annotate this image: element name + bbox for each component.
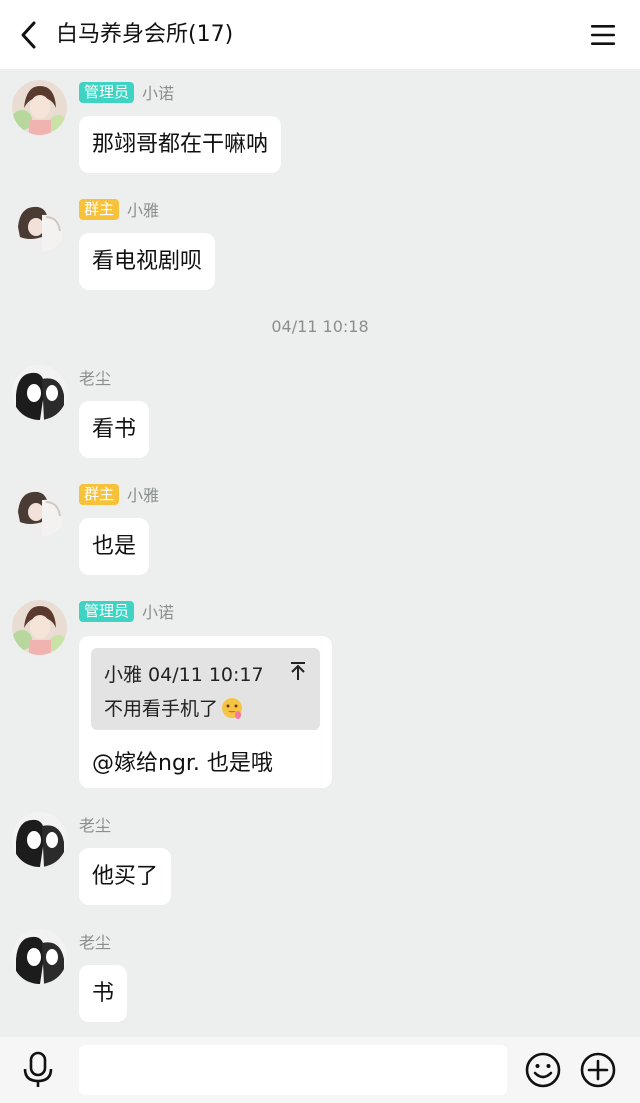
avatar-laochen[interactable] — [12, 365, 67, 420]
chevron-left-icon — [21, 21, 36, 49]
sender-name: 老尘 — [79, 933, 112, 952]
back-button[interactable] — [12, 17, 44, 53]
chat-message-list[interactable]: 管理员 小诺 那翊哥都在干嘛呐 群主 小雅 看电视剧呗 04/11 10:18 — [0, 69, 640, 1037]
message-input[interactable] — [79, 1045, 507, 1095]
jump-to-quote-icon[interactable] — [288, 660, 308, 682]
microphone-icon[interactable] — [20, 1051, 56, 1089]
message-bubble[interactable]: 看书 — [79, 401, 150, 458]
quoted-message[interactable]: 小雅 04/11 10:17 不用看手机了 — [91, 648, 320, 730]
avatar-xiaonuo[interactable] — [12, 80, 67, 135]
sender-name: 小雅 — [127, 486, 160, 505]
hamburger-menu-icon — [591, 25, 615, 45]
sender-meta: 老尘 — [79, 930, 111, 952]
sender-meta: 老尘 — [79, 813, 111, 835]
message-bubble[interactable]: 书 — [79, 965, 128, 1022]
message-timestamp: 04/11 10:18 — [271, 317, 369, 336]
sender-meta: 老尘 — [79, 366, 111, 388]
quoted-text: 不用看手机了 — [104, 698, 219, 720]
owner-badge: 群主 — [79, 198, 120, 220]
sender-name: 小诺 — [142, 84, 175, 103]
avatar-xiaoya[interactable] — [12, 197, 67, 252]
message-bubble[interactable]: 那翊哥都在干嘛呐 — [79, 116, 282, 173]
sender-meta: 群主 小雅 — [79, 198, 159, 220]
sender-name: 老尘 — [79, 816, 112, 835]
avatar-xiaonuo[interactable] — [12, 600, 67, 655]
sender-meta: 管理员 小诺 — [79, 600, 174, 622]
quoted-message-text: 不用看手机了 — [104, 694, 244, 721]
menu-button[interactable] — [588, 20, 618, 50]
avatar-laochen[interactable] — [12, 812, 67, 867]
drooling-face-emoji — [222, 697, 243, 719]
message-bubble[interactable]: 也是 — [79, 518, 150, 575]
admin-badge: 管理员 — [79, 600, 135, 622]
sender-meta: 管理员 小诺 — [79, 81, 174, 103]
sender-name: 小诺 — [142, 603, 175, 622]
avatar-xiaoya[interactable] — [12, 482, 67, 537]
smiley-icon[interactable] — [524, 1051, 562, 1089]
quoted-message-header: 小雅 04/11 10:17 — [104, 664, 264, 686]
chat-title: 白马养身会所(17) — [56, 22, 234, 47]
reply-text: @嫁给ngr. 也是哦 — [92, 751, 273, 776]
plus-circle-icon[interactable] — [579, 1051, 617, 1089]
chat-header: 白马养身会所(17) — [0, 0, 640, 69]
message-bubble[interactable]: 看电视剧呗 — [79, 233, 216, 290]
message-bubble[interactable]: 他买了 — [79, 848, 172, 905]
owner-badge: 群主 — [79, 483, 120, 505]
admin-badge: 管理员 — [79, 81, 135, 103]
sender-name: 老尘 — [79, 369, 112, 388]
sender-meta: 群主 小雅 — [79, 483, 159, 505]
sender-name: 小雅 — [127, 201, 160, 220]
avatar-laochen[interactable] — [12, 929, 67, 984]
reply-message-bubble[interactable]: 小雅 04/11 10:17 不用看手机了 @嫁给ngr. 也是哦 — [79, 636, 332, 788]
message-input-bar — [0, 1037, 640, 1103]
